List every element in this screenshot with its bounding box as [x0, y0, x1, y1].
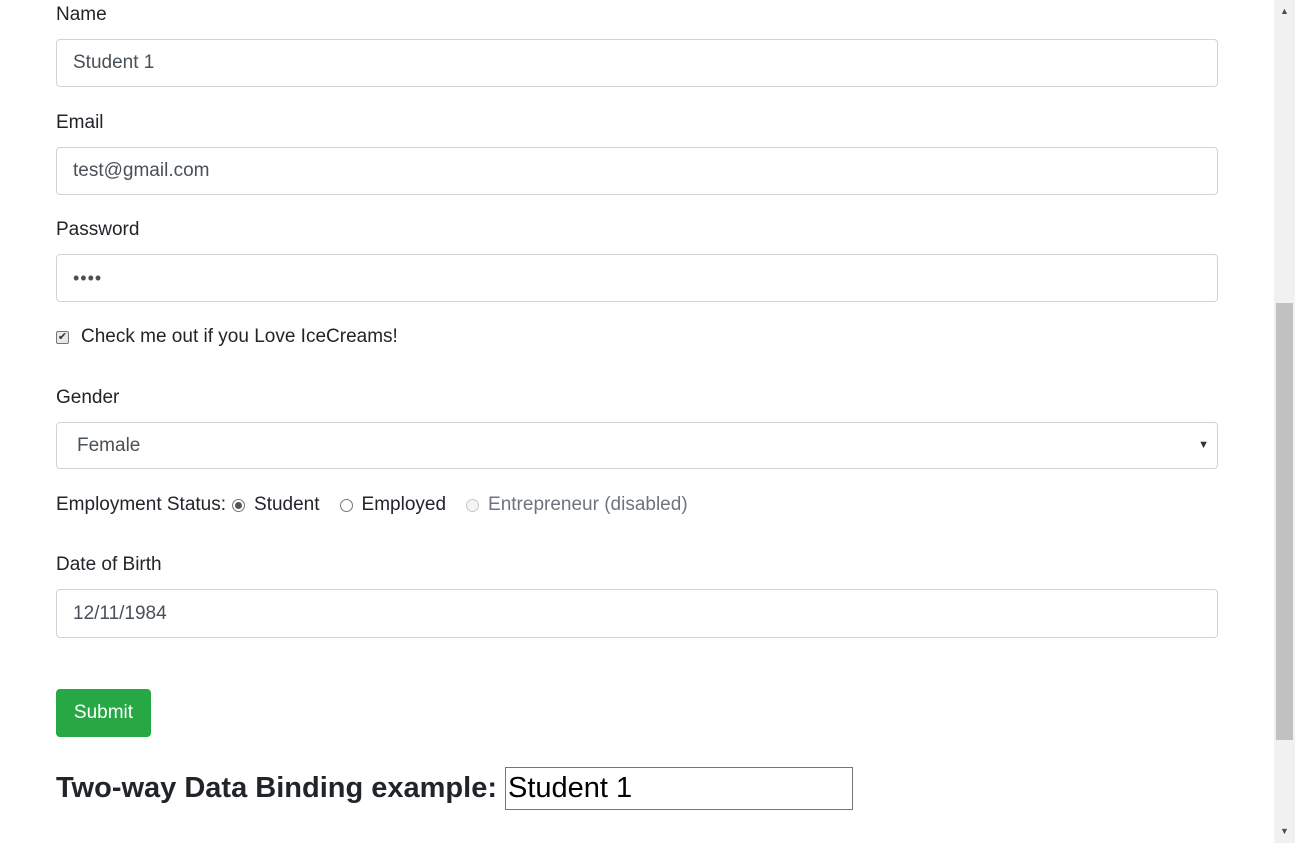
icecream-checkbox-row[interactable]: ✔ Check me out if you Love IceCreams!	[56, 325, 398, 349]
radio-employed-label[interactable]: Employed	[362, 494, 447, 516]
radio-student-label[interactable]: Student	[254, 494, 320, 516]
email-label: Email	[56, 112, 104, 133]
vertical-scrollbar[interactable]: ▲ ▼	[1274, 0, 1295, 843]
password-mask: ••••	[73, 268, 103, 288]
password-input[interactable]: ••••	[56, 254, 1218, 302]
gender-select[interactable]: Female ▼	[56, 422, 1218, 469]
scrollbar-thumb[interactable]	[1276, 303, 1293, 740]
radio-student[interactable]	[232, 498, 246, 512]
icecream-checkbox-label[interactable]: Check me out if you Love IceCreams!	[81, 325, 398, 349]
employment-status-label: Employment Status:	[56, 494, 227, 515]
checkmark-icon: ✔	[57, 330, 68, 343]
page: Name Email Password •••• ✔ Check me out …	[0, 0, 1295, 843]
name-label: Name	[56, 4, 107, 25]
name-input[interactable]	[56, 39, 1218, 87]
radio-entrepreneur	[466, 498, 480, 512]
two-way-binding-title: Two-way Data Binding example:	[56, 771, 497, 804]
chevron-down-icon: ▼	[1198, 439, 1209, 451]
two-way-binding-row: Two-way Data Binding example:	[56, 766, 853, 810]
submit-button[interactable]: Submit	[56, 689, 151, 737]
dob-input[interactable]	[56, 589, 1218, 638]
radio-employed[interactable]	[339, 498, 353, 512]
email-input[interactable]	[56, 147, 1218, 195]
gender-label: Gender	[56, 387, 120, 408]
two-way-binding-input[interactable]	[504, 766, 853, 810]
employment-status-group: Employment Status: Student Employed Entr…	[56, 492, 708, 518]
dob-label: Date of Birth	[56, 554, 162, 575]
scroll-down-icon[interactable]: ▼	[1274, 823, 1295, 840]
scroll-up-icon[interactable]: ▲	[1274, 3, 1295, 20]
radio-entrepreneur-label: Entrepreneur (disabled)	[488, 494, 688, 515]
password-label: Password	[56, 219, 140, 240]
gender-selected-value: Female	[77, 435, 141, 456]
icecream-checkbox[interactable]: ✔	[56, 330, 69, 344]
